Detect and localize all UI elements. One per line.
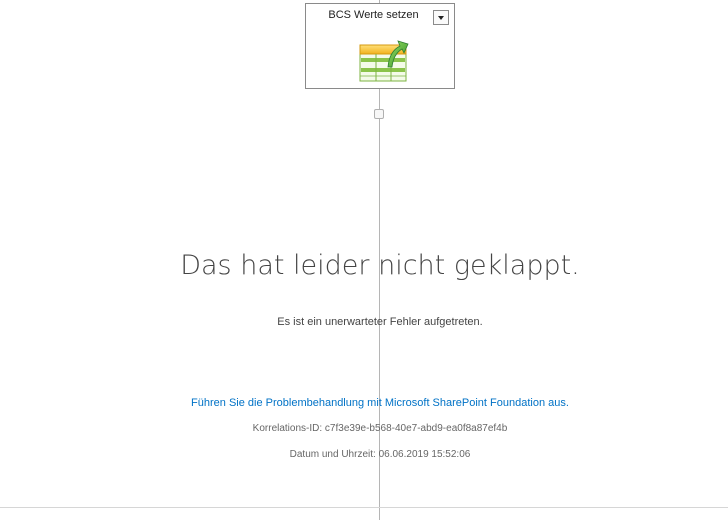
correlation-id-value: c7f3e39e-b568-40e7-abd9-ea0f8a87ef4b (324, 423, 508, 434)
chevron-down-icon (438, 16, 444, 20)
activity-menu-button[interactable] (433, 10, 449, 25)
correlation-id-label: Korrelations-ID: (252, 423, 323, 434)
activity-title: BCS Werte setzen (328, 9, 419, 21)
divider (0, 507, 728, 508)
datetime-label: Datum und Uhrzeit: (289, 449, 376, 460)
bcs-table-upload-icon (359, 40, 409, 82)
workflow-designer-page: BCS Werte setzen Das hat leider nicht ge… (0, 0, 728, 520)
correlation-id-row: Korrelations-ID: c7f3e39e-b568-40e7-abd9… (0, 423, 728, 434)
datetime-value: 06.06.2019 15:52:06 (378, 449, 471, 460)
datetime-row: Datum und Uhrzeit: 06.06.2019 15:52:06 (0, 449, 728, 460)
error-heading: Das hat leider nicht geklappt. (180, 250, 580, 281)
troubleshoot-link[interactable]: Führen Sie die Problembehandlung mit Mic… (0, 397, 728, 409)
workflow-drop-point[interactable] (374, 109, 384, 119)
workflow-activity-bcs-werte-setzen[interactable]: BCS Werte setzen (305, 3, 455, 89)
error-message: Es ist ein unerwarteter Fehler aufgetret… (277, 316, 483, 328)
